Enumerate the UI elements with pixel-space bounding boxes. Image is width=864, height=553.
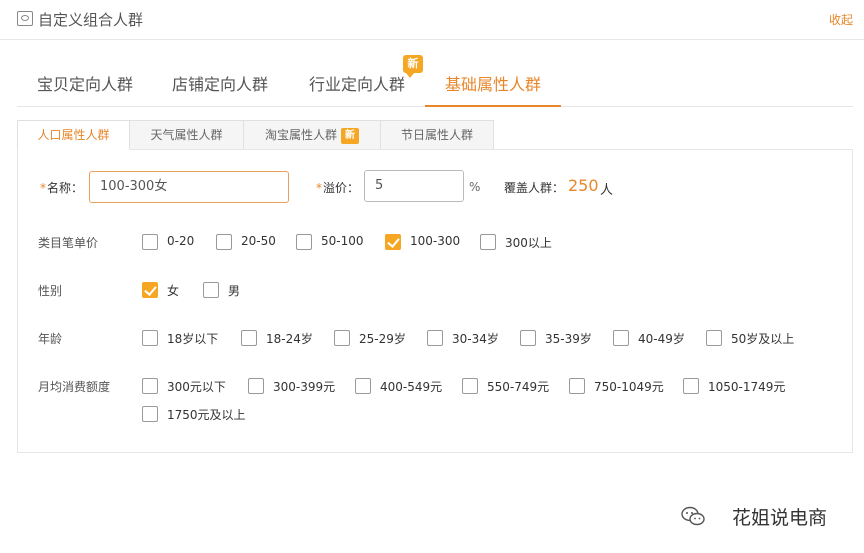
price-option-label: 50-100 (321, 234, 364, 248)
tab-baby-targeting[interactable]: 宝贝定向人群 (37, 71, 133, 95)
age-25-29-checkbox[interactable] (334, 330, 350, 346)
cover-count: 250 (568, 176, 599, 195)
subtab-population[interactable]: 人口属性人群 (17, 120, 130, 150)
collapse-link[interactable]: 收起 (829, 11, 853, 28)
spend-400-549-checkbox[interactable] (355, 378, 371, 394)
required-mark: * (40, 181, 46, 195)
name-label: *名称： (40, 179, 83, 196)
age-option-label: 30-34岁 (452, 332, 499, 346)
tab-industry-targeting[interactable]: 行业定向人群 (309, 71, 405, 95)
subtab-weather[interactable]: 天气属性人群 (129, 120, 244, 150)
tab-basic-attributes[interactable]: 基础属性人群 (445, 71, 541, 95)
age-option-label: 18-24岁 (266, 332, 313, 346)
watermark-text: 花姐说电商 (732, 507, 828, 529)
name-input[interactable]: 100-300女 (89, 171, 289, 203)
dialog-title: 自定义组合人群 (38, 11, 144, 29)
age-row-label: 年龄 (38, 332, 63, 346)
gender-option-label: 男 (228, 284, 241, 298)
gender-option-label: 女 (167, 284, 180, 298)
new-badge: 新 (341, 128, 359, 144)
spend-1750-plus-checkbox[interactable] (142, 406, 158, 422)
spend-option-label: 300元以下 (167, 380, 226, 394)
price-option-label: 100-300 (410, 234, 461, 248)
spend-option-label: 300-399元 (273, 380, 336, 394)
gender-row-label: 性别 (38, 284, 63, 298)
spend-750-1049-checkbox[interactable] (569, 378, 585, 394)
age-under-18-checkbox[interactable] (142, 330, 158, 346)
image-icon (17, 11, 33, 26)
spend-option-label: 750-1049元 (594, 380, 664, 394)
spend-option-label: 550-749元 (487, 380, 550, 394)
active-tab-indicator (425, 105, 561, 107)
age-40-49-checkbox[interactable] (613, 330, 629, 346)
cover-unit: 人 (600, 183, 614, 198)
spend-row-label: 月均消费额度 (38, 380, 111, 394)
spend-under-300-checkbox[interactable] (142, 378, 158, 394)
subtab-label: 节日属性人群 (400, 128, 473, 142)
price-row-label: 类目笔单价 (38, 236, 99, 250)
price-option-label: 300以上 (505, 236, 552, 250)
age-option-label: 18岁以下 (167, 332, 219, 346)
tab-shop-targeting[interactable]: 店铺定向人群 (172, 71, 268, 95)
age-30-34-checkbox[interactable] (427, 330, 443, 346)
spend-1050-1749-checkbox[interactable] (683, 378, 699, 394)
premium-unit: % (469, 180, 481, 194)
spend-option-label: 1050-1749元 (708, 380, 786, 394)
spend-option-label: 1750元及以上 (167, 408, 246, 422)
price-0-20-checkbox[interactable] (142, 234, 158, 250)
dialog-header: 自定义组合人群 收起 (0, 0, 864, 40)
age-option-label: 40-49岁 (638, 332, 685, 346)
age-option-label: 35-39岁 (545, 332, 592, 346)
price-50-100-checkbox[interactable] (296, 234, 312, 250)
age-50-plus-checkbox[interactable] (706, 330, 722, 346)
price-20-50-checkbox[interactable] (216, 234, 232, 250)
age-option-label: 25-29岁 (359, 332, 406, 346)
wechat-icon (681, 506, 705, 526)
subtab-label: 人口属性人群 (37, 128, 110, 142)
spend-300-399-checkbox[interactable] (248, 378, 264, 394)
name-label-text: 名称： (47, 181, 84, 195)
subtab-taobao[interactable]: 淘宝属性人群新 (243, 120, 381, 150)
subtab-label: 天气属性人群 (150, 128, 223, 142)
price-300-plus-checkbox[interactable] (480, 234, 496, 250)
premium-label: *溢价： (316, 179, 359, 196)
subtab-holiday[interactable]: 节日属性人群 (380, 120, 494, 150)
price-option-label: 0-20 (167, 234, 195, 248)
cover-label: 覆盖人群： (504, 181, 565, 195)
premium-label-text: 溢价： (323, 181, 360, 195)
main-tabs: 宝贝定向人群 店铺定向人群 行业定向人群 新 基础属性人群 (17, 55, 853, 107)
price-100-300-checkbox[interactable] (385, 234, 401, 250)
subtab-label: 淘宝属性人群 (264, 128, 337, 142)
age-option-label: 50岁及以上 (731, 332, 795, 346)
required-mark: * (316, 181, 322, 195)
gender-male-checkbox[interactable] (203, 282, 219, 298)
age-18-24-checkbox[interactable] (241, 330, 257, 346)
age-35-39-checkbox[interactable] (520, 330, 536, 346)
spend-550-749-checkbox[interactable] (462, 378, 478, 394)
price-option-label: 20-50 (241, 234, 276, 248)
spend-option-label: 400-549元 (380, 380, 443, 394)
gender-female-checkbox[interactable] (142, 282, 158, 298)
premium-input[interactable]: 5 (364, 170, 464, 202)
new-badge: 新 (403, 55, 423, 78)
